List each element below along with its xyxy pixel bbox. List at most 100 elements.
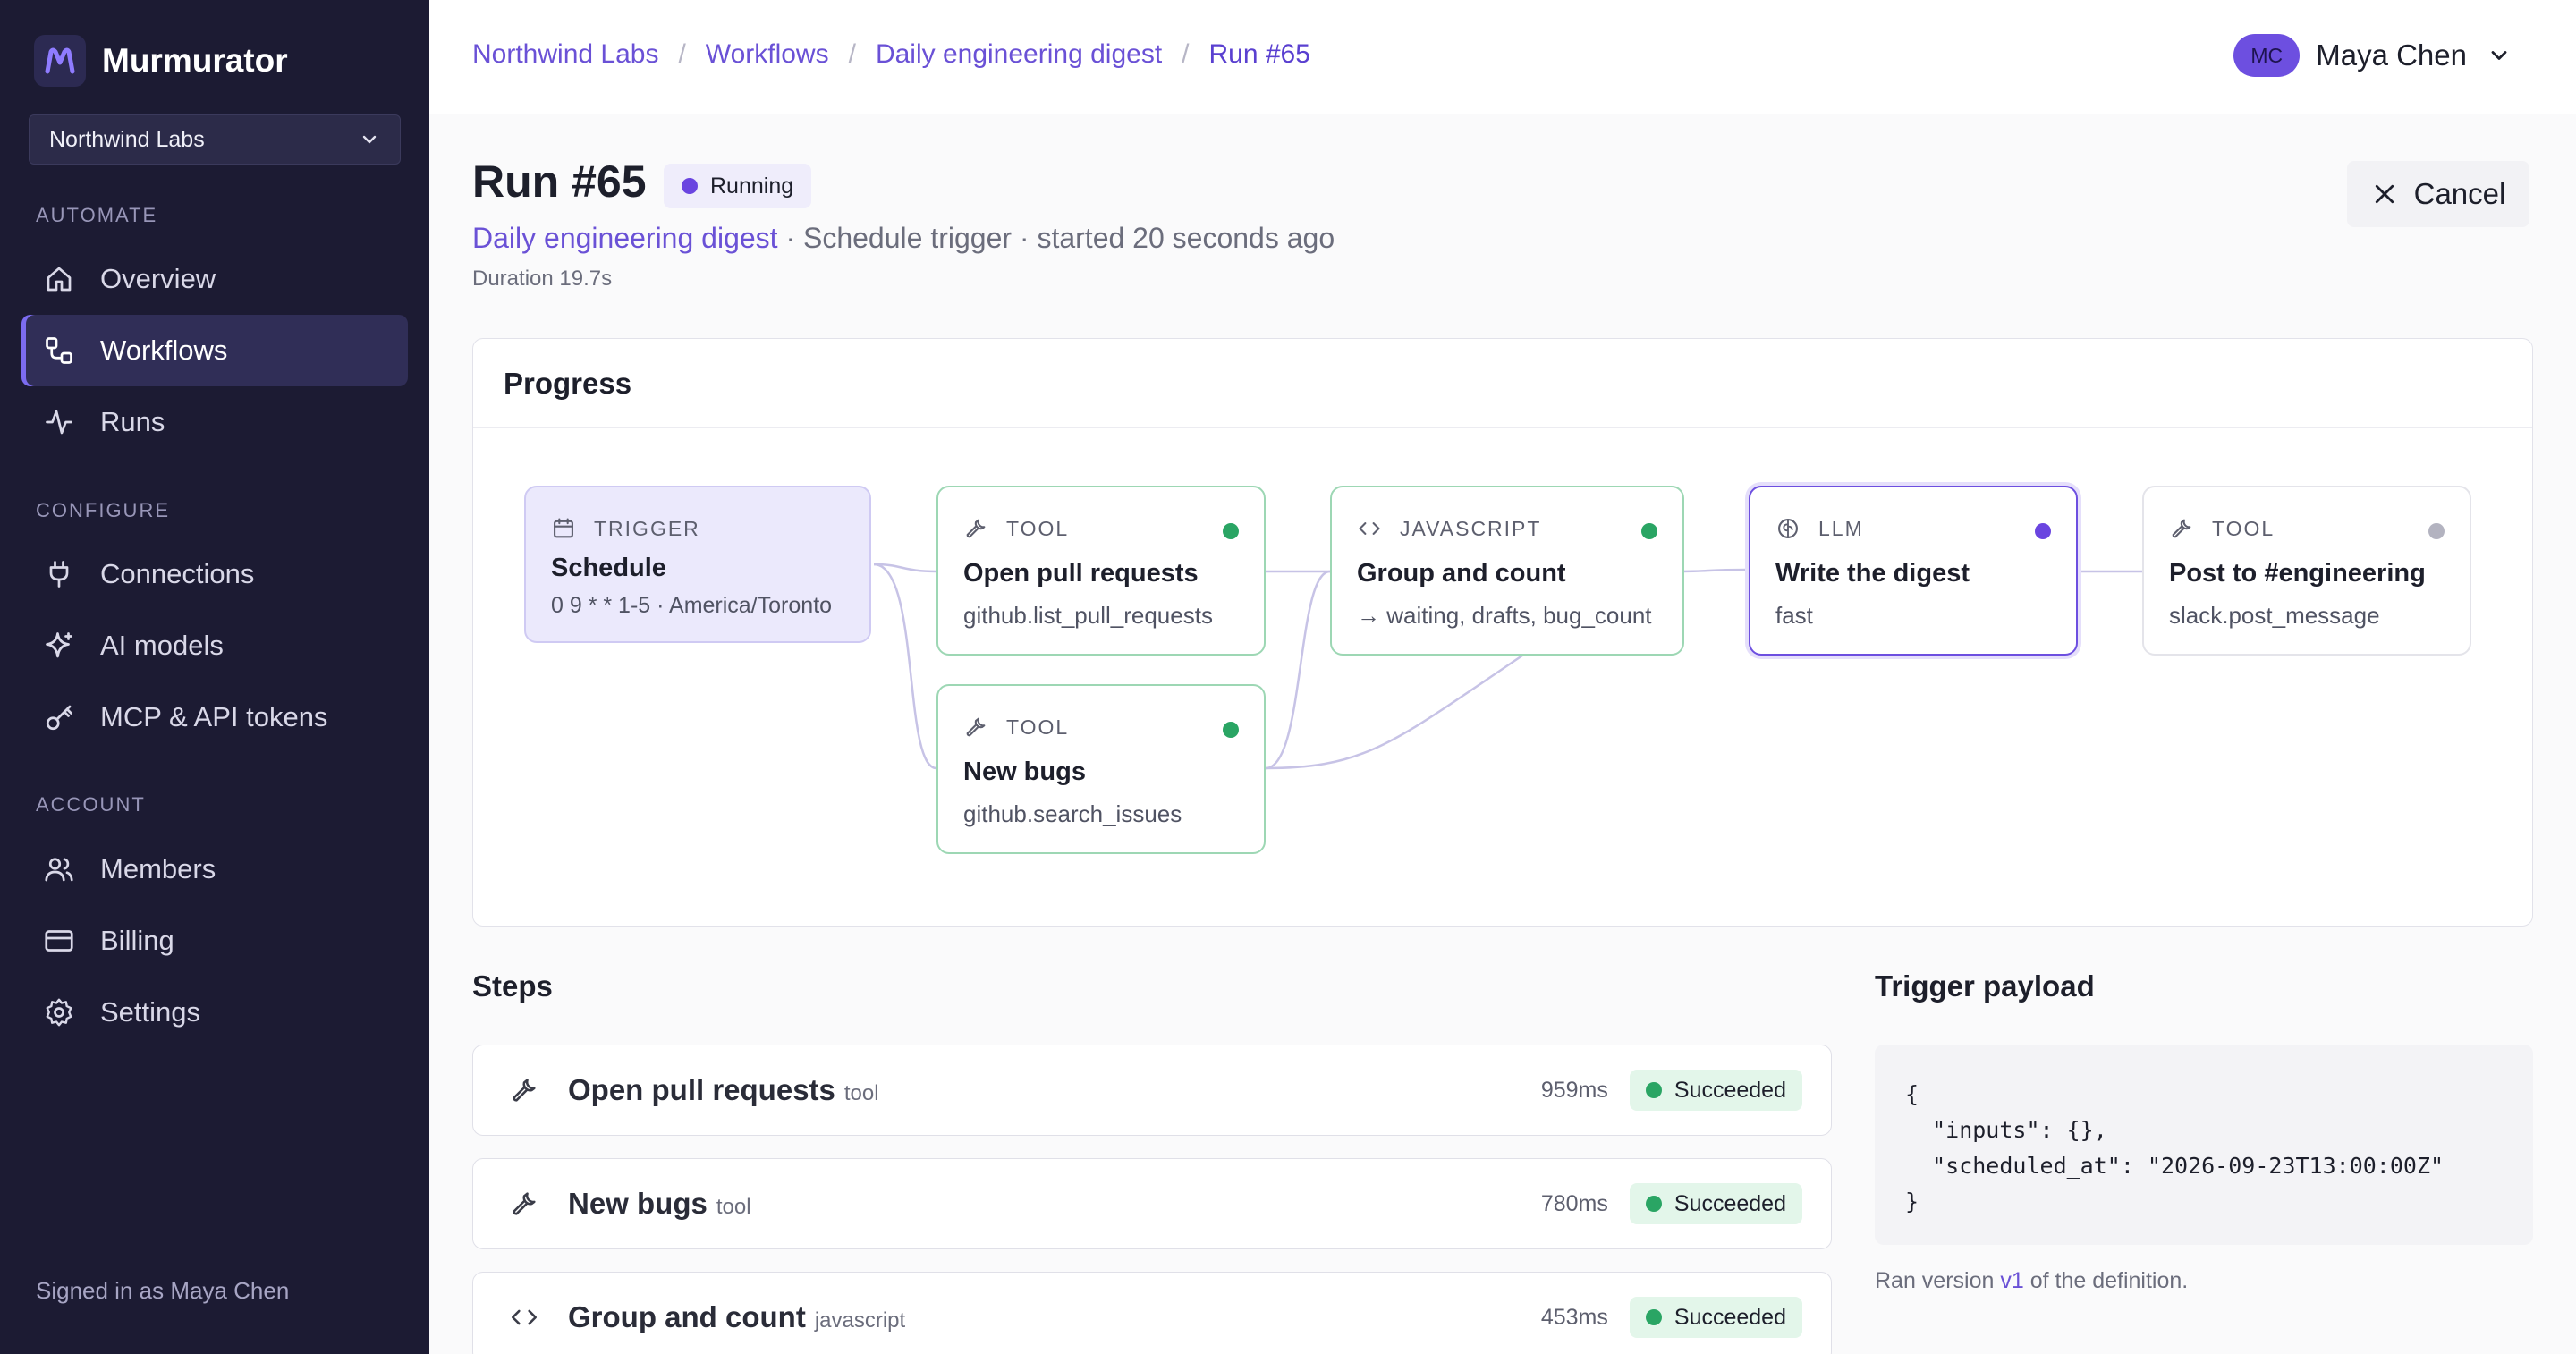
users-icon xyxy=(45,858,73,882)
node-kind: JAVASCRIPT xyxy=(1357,516,1541,541)
node-subtitle: → waiting, drafts, bug_count xyxy=(1357,602,1652,629)
sparkle-icon xyxy=(46,632,72,658)
breadcrumb-workflow[interactable]: Daily engineering digest xyxy=(876,39,1162,70)
node-subtitle: github.search_issues xyxy=(963,800,1182,827)
status-label: Succeeded xyxy=(1674,1077,1786,1103)
node-status-dot xyxy=(1223,722,1239,738)
node-kind-label: TOOL xyxy=(2212,516,2275,540)
node-subtitle: fast xyxy=(1775,602,1813,629)
step-duration: 780ms xyxy=(1540,1190,1608,1216)
workflow-node-open-pull-requests[interactable]: TOOL Open pull requests github.list_pull… xyxy=(936,486,1266,656)
trigger-payload-code: { "inputs": {}, "scheduled_at": "2026-09… xyxy=(1875,1045,2533,1245)
workflow-node-new-bugs[interactable]: TOOL New bugs github.search_issues xyxy=(936,684,1266,854)
node-kind-label: LLM xyxy=(1818,516,1864,540)
code-icon xyxy=(511,1309,538,1325)
breadcrumb-workflows[interactable]: Workflows xyxy=(706,39,829,70)
step-row-new-bugs[interactable]: New bugs tool 780ms Succeeded xyxy=(472,1158,1832,1249)
sidebar-item-runs[interactable]: Runs xyxy=(21,386,408,458)
status-dot xyxy=(1645,1196,1662,1212)
workflow-link[interactable]: Daily engineering digest xyxy=(472,222,778,254)
cancel-label: Cancel xyxy=(2413,177,2506,210)
workflow-node-group-and-count[interactable]: JAVASCRIPT Group and count → waiting, dr… xyxy=(1330,486,1684,656)
node-kind-label: TOOL xyxy=(1006,715,1070,739)
node-status-dot xyxy=(2035,523,2051,539)
sidebar-item-connections[interactable]: Connections xyxy=(21,538,408,610)
sidebar-item-overview[interactable]: Overview xyxy=(21,243,408,315)
avatar: MC xyxy=(2233,34,2301,77)
workflow-node-write-the-digest[interactable]: LLM Write the digest fast xyxy=(1749,486,2078,656)
murmurator-logo-icon xyxy=(34,35,86,87)
node-subtitle: 0 9 * * 1-5 · America/Toronto xyxy=(551,593,833,618)
status-badge: Succeeded xyxy=(1629,1297,1802,1338)
app-name: Murmurator xyxy=(102,42,288,79)
user-menu[interactable]: MC Maya Chen xyxy=(2233,34,2512,77)
step-kind: javascript xyxy=(814,1308,906,1333)
credit-card-icon xyxy=(45,930,73,952)
step-name: Group and count xyxy=(568,1300,806,1333)
node-subtitle: github.list_pull_requests xyxy=(963,602,1213,629)
step-row-group-and-count[interactable]: Group and count javascript 453ms Succeed… xyxy=(472,1272,1832,1354)
step-name: New bugs xyxy=(568,1187,708,1220)
payload-title: Trigger payload xyxy=(1875,969,2095,1003)
org-selector[interactable]: Northwind Labs xyxy=(29,114,401,165)
sidebar-item-label: Settings xyxy=(100,996,201,1028)
brand[interactable]: Murmurator xyxy=(34,34,288,88)
nav-section-automate: AUTOMATE xyxy=(36,204,158,226)
node-status-dot xyxy=(1223,523,1239,539)
sidebar-item-mcp-api-tokens[interactable]: MCP & API tokens xyxy=(21,681,408,753)
sidebar-item-workflows[interactable]: Workflows xyxy=(21,315,408,386)
node-title: Group and count xyxy=(1357,559,1566,588)
workflow-icon xyxy=(46,337,72,364)
cancel-button[interactable]: Cancel xyxy=(2347,161,2529,227)
status-badge: Succeeded xyxy=(1629,1070,1802,1111)
node-status-dot xyxy=(1641,523,1657,539)
wrench-icon xyxy=(513,1192,536,1215)
signed-in-label: Signed in as Maya Chen xyxy=(36,1277,290,1304)
wrench-icon xyxy=(966,519,986,538)
step-kind: tool xyxy=(716,1195,751,1219)
step-duration: 453ms xyxy=(1540,1304,1608,1330)
sidebar-item-label: Overview xyxy=(100,263,216,294)
sidebar-item-members[interactable]: Members xyxy=(21,834,408,905)
plug-icon xyxy=(49,561,69,588)
activity-icon xyxy=(46,410,72,435)
run-duration: Duration 19.7s xyxy=(472,267,613,291)
node-kind: LLM xyxy=(1775,516,1864,541)
sidebar-item-ai-models[interactable]: AI models xyxy=(21,610,408,681)
node-kind-label: TOOL xyxy=(1006,516,1070,540)
nav-section-account: ACCOUNT xyxy=(36,793,146,816)
step-row-open-pull-requests[interactable]: Open pull requests tool 959ms Succeeded xyxy=(472,1045,1832,1136)
chevron-down-icon xyxy=(2491,51,2507,60)
org-name: Northwind Labs xyxy=(49,126,205,152)
edge-group-loop xyxy=(1265,652,1526,770)
edge-schedule-new-bugs xyxy=(873,563,937,770)
status-label: Succeeded xyxy=(1674,1190,1786,1216)
node-title: Open pull requests xyxy=(963,559,1199,588)
breadcrumb-separator: / xyxy=(1182,39,1190,69)
workflow-node-schedule[interactable]: TRIGGER Schedule 0 9 * * 1-5 · America/T… xyxy=(524,486,871,643)
sidebar-item-settings[interactable]: Settings xyxy=(21,977,408,1048)
topbar: Northwind Labs / Workflows / Daily engin… xyxy=(429,0,2576,114)
sidebar-item-billing[interactable]: Billing xyxy=(21,905,408,977)
key-icon xyxy=(46,705,72,731)
node-subtitle: slack.post_message xyxy=(2169,602,2380,629)
ran-version-note: Ran version v1 of the definition. xyxy=(1875,1268,2188,1294)
sidebar-item-label: Billing xyxy=(100,925,174,956)
version-link[interactable]: v1 xyxy=(2000,1268,2023,1293)
breadcrumb-org[interactable]: Northwind Labs xyxy=(472,39,658,70)
breadcrumb-current: Run #65 xyxy=(1208,39,1310,69)
node-kind: TOOL xyxy=(963,516,1069,541)
sidebar: Murmurator Northwind Labs AUTOMATE Overv… xyxy=(0,0,429,1354)
node-kind: TOOL xyxy=(963,715,1069,740)
page-title: Run #65 xyxy=(472,157,647,207)
node-title: New bugs xyxy=(963,757,1086,786)
workflow-node-post-to-engineering[interactable]: TOOL Post to #engineering slack.post_mes… xyxy=(2142,486,2471,656)
nav-section-configure: CONFIGURE xyxy=(36,499,170,521)
wrench-icon xyxy=(2172,519,2191,538)
step-kind: tool xyxy=(843,1081,879,1105)
ran-version-prefix: Ran version xyxy=(1875,1268,2001,1293)
progress-card: Progress TRIGGER Schedule 0 9 * * 1-5 · … xyxy=(472,338,2533,927)
node-kind-label: JAVASCRIPT xyxy=(1400,516,1542,540)
run-trigger-meta: · Schedule trigger · started 20 seconds … xyxy=(777,222,1335,254)
node-title: Write the digest xyxy=(1775,559,1970,588)
